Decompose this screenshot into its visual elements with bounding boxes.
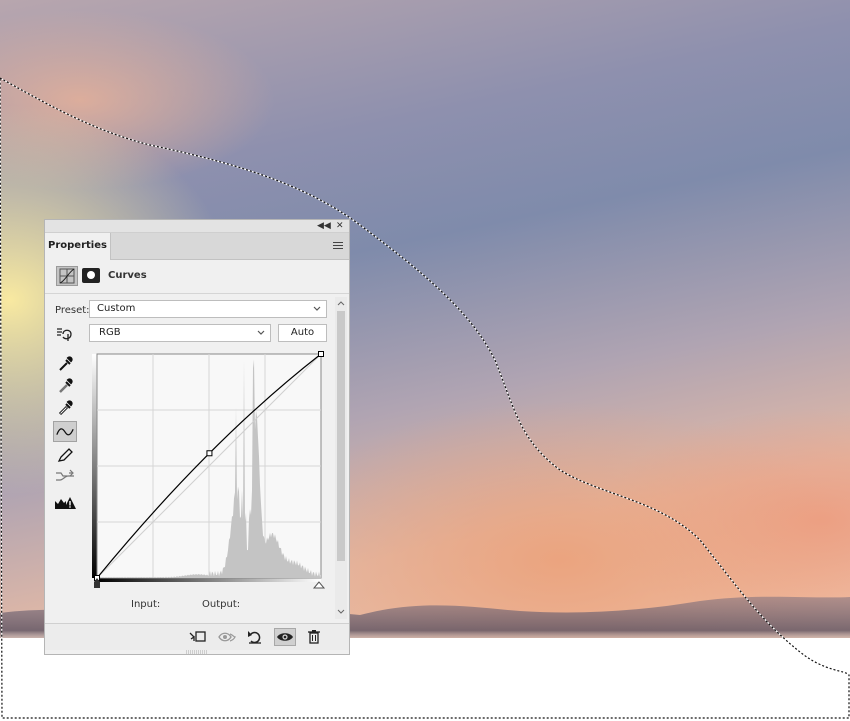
- panel-tab-bar: Properties: [45, 233, 349, 260]
- trash-icon[interactable]: [303, 628, 325, 646]
- channel-value: RGB: [99, 327, 121, 338]
- output-gradient-bar: [92, 354, 97, 578]
- curve-point[interactable]: [206, 450, 213, 457]
- layer-mask-icon[interactable]: [82, 268, 100, 283]
- close-icon[interactable]: ✕: [336, 220, 344, 232]
- input-gradient-bar: [97, 578, 321, 582]
- clipping-warning-icon[interactable]: [53, 492, 77, 513]
- panel-menu-icon[interactable]: [333, 242, 343, 250]
- view-previous-state-icon[interactable]: [216, 628, 238, 646]
- gray-point-eyedropper-icon[interactable]: [53, 375, 77, 396]
- input-label: Input:: [131, 599, 161, 610]
- white-point-slider[interactable]: [312, 581, 326, 589]
- edit-points-curve-icon[interactable]: [53, 421, 77, 442]
- curve-point[interactable]: [318, 351, 324, 357]
- chevron-down-icon: [313, 306, 321, 311]
- eye-icon: [277, 633, 293, 641]
- curves-graph[interactable]: [92, 350, 326, 590]
- reset-icon[interactable]: [244, 628, 266, 646]
- clip-to-layer-icon[interactable]: [187, 628, 209, 646]
- preset-label: Preset:: [55, 305, 90, 316]
- double-chevron-left-icon[interactable]: ◀◀: [317, 220, 331, 232]
- panel-bottom-toolbar: [45, 623, 349, 650]
- preset-dropdown[interactable]: Custom: [89, 300, 327, 318]
- curves-adjustment-icon[interactable]: [56, 266, 78, 286]
- output-label: Output:: [202, 599, 241, 610]
- scroll-up-icon[interactable]: [336, 298, 346, 308]
- chevron-down-icon: [257, 330, 265, 335]
- pencil-icon[interactable]: [53, 444, 77, 465]
- smooth-curve-icon[interactable]: [53, 466, 77, 487]
- white-point-eyedropper-icon[interactable]: [53, 397, 77, 418]
- scroll-thumb[interactable]: [337, 311, 345, 561]
- tab-properties[interactable]: Properties: [45, 233, 111, 260]
- adjustment-header: Curves: [45, 260, 349, 294]
- black-point-eyedropper-icon[interactable]: [53, 353, 77, 374]
- panel-title-bar[interactable]: ◀◀ ✕: [45, 220, 349, 233]
- adjustment-title: Curves: [108, 270, 147, 281]
- panel-scrollbar[interactable]: [335, 297, 347, 619]
- scroll-down-icon[interactable]: [336, 607, 346, 617]
- hand-adjust-icon[interactable]: [55, 325, 77, 343]
- auto-button[interactable]: Auto: [278, 324, 327, 342]
- panel-resize-grip[interactable]: [186, 650, 208, 654]
- properties-panel: ◀◀ ✕ Properties Curves Preset: Custom RG…: [44, 219, 350, 655]
- channel-dropdown[interactable]: RGB: [89, 324, 271, 342]
- preset-value: Custom: [97, 303, 136, 314]
- visibility-button[interactable]: [274, 628, 296, 646]
